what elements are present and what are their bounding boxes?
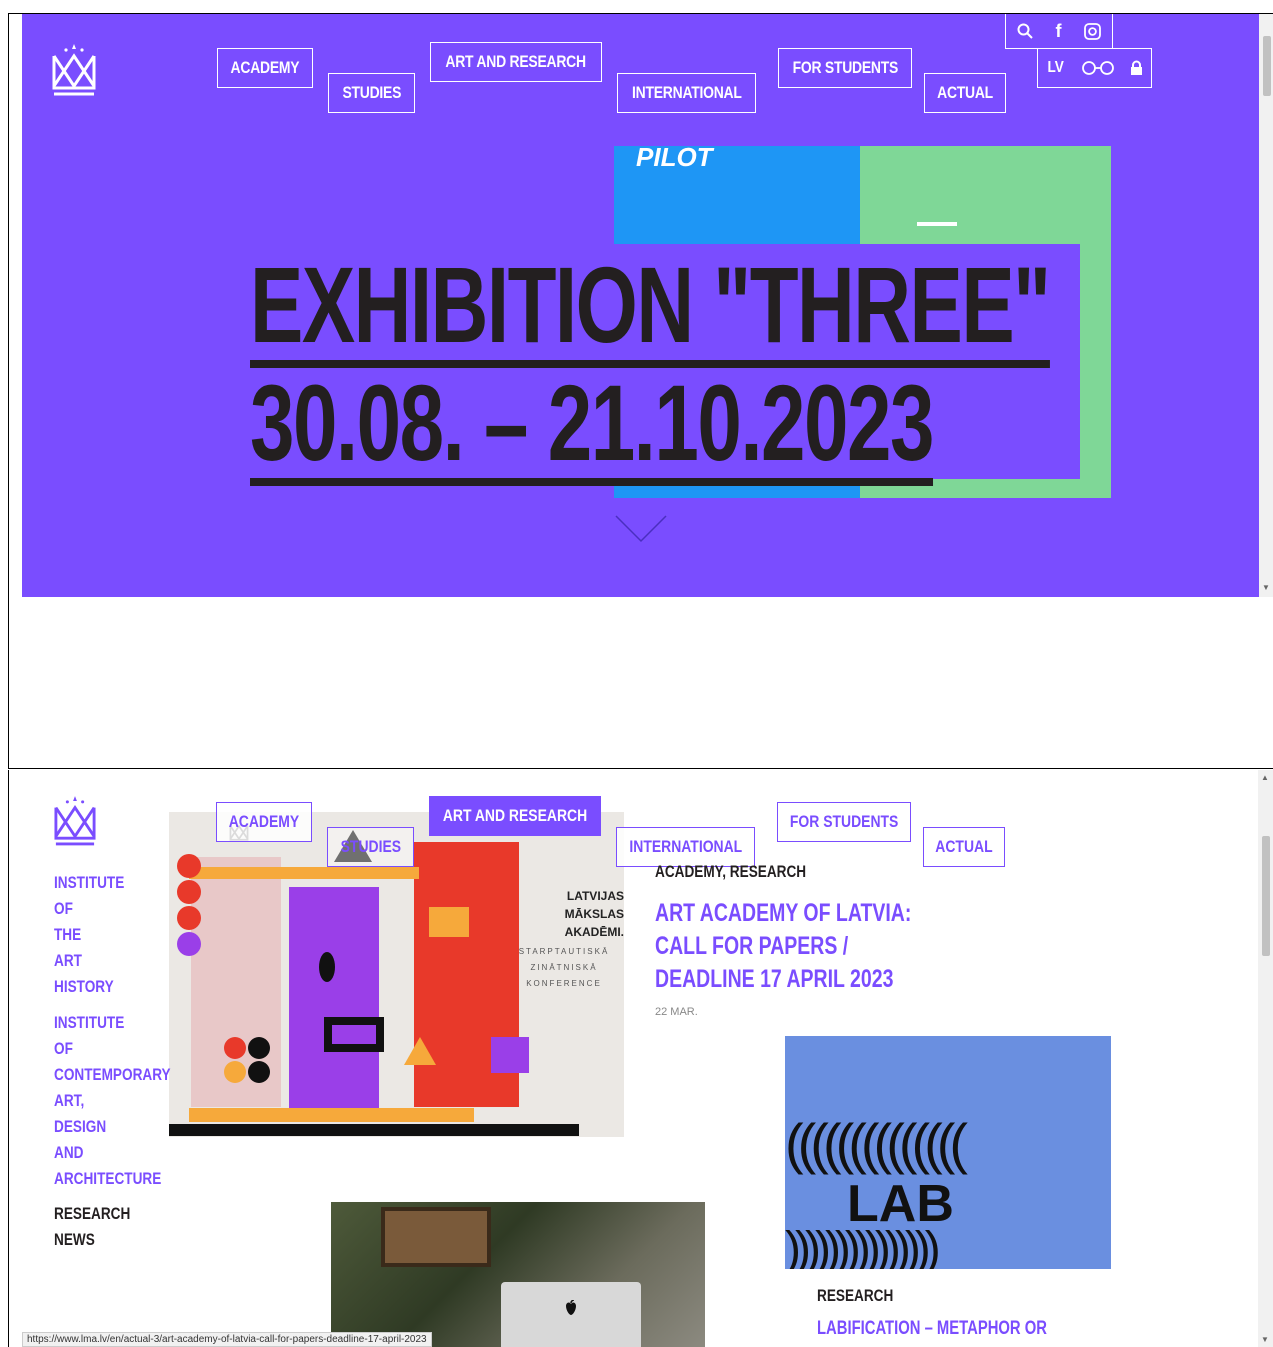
poster-dot-black-2	[248, 1037, 270, 1059]
instagram-icon[interactable]	[1083, 22, 1101, 40]
poster-triangle-orange	[404, 1037, 436, 1065]
poster-dot-red-3	[177, 906, 201, 930]
nav-studies[interactable]: STUDIES	[327, 827, 414, 867]
search-icon[interactable]	[1017, 23, 1033, 39]
lab-pattern-top: ((((((((((((((	[785, 1112, 968, 1175]
scroll-down-arrow-icon[interactable]: ▼	[1261, 1336, 1269, 1344]
nav-for-students[interactable]: FOR STUDENTS	[777, 802, 911, 842]
apple-logo-icon	[566, 1300, 576, 1315]
poster-orange-bar	[189, 867, 419, 879]
top-scrollbar-thumb[interactable]	[1263, 36, 1271, 96]
poster-dot-black-3	[224, 1061, 246, 1083]
hero-title-line1[interactable]: EXHIBITION "THREE"	[250, 250, 1259, 368]
article-category: RESEARCH	[817, 1286, 894, 1305]
poster-dot-red-2	[177, 880, 201, 904]
nav-art-and-research[interactable]: ART AND RESEARCH	[429, 796, 601, 836]
nav-academy[interactable]: ACADEMY	[216, 802, 312, 842]
nav-academy[interactable]: ACADEMY	[217, 48, 313, 88]
utility-social-box: f	[1005, 14, 1113, 49]
nav-international[interactable]: INTERNATIONAL	[616, 827, 755, 867]
article-title-link[interactable]: ART ACADEMY OF LATVIA: CALL FOR PAPERS /…	[655, 897, 984, 996]
poster-black-rect	[324, 1017, 384, 1052]
scroll-up-arrow-icon[interactable]: ▲	[1261, 774, 1269, 782]
poster-white-mark	[917, 222, 957, 226]
glasses-icon[interactable]	[1081, 61, 1115, 75]
article-title-link[interactable]: LABIFICATION – METAPHOR OR	[817, 1316, 1112, 1342]
chevron-down-icon[interactable]	[614, 514, 668, 544]
poster-dot-red-1	[177, 854, 201, 878]
poster-subline: ZINĀTNISKĀ	[530, 963, 598, 972]
poster-subtext-block: STARPTAUTISKĀ ZINĀTNISKĀ KONFERENCE	[514, 944, 614, 992]
top-screenshot-panel: PILOT EXHIBITION "THREE" 30.08. – 21.10.…	[8, 13, 1273, 769]
poster-pilot-text: PILOT	[636, 142, 713, 172]
nav-for-students[interactable]: FOR STUDENTS	[778, 48, 912, 88]
lock-icon[interactable]	[1130, 60, 1143, 76]
nav-actual[interactable]: ACTUAL	[924, 73, 1006, 113]
article-date: 22 MAR.	[655, 1006, 698, 1018]
poster-text-block: LATVIJAS MĀKSLAS AKADĒMI.	[549, 887, 624, 941]
poster-dot-purple	[177, 932, 201, 956]
top-scrollbar[interactable]: ▼	[1259, 14, 1273, 597]
sidebar-link-art-history[interactable]: INSTITUTE OF THE ART HISTORY	[54, 870, 142, 1000]
bottom-scrollbar[interactable]: ▲ ▼	[1258, 770, 1273, 1347]
lab-pattern-bottom: )))))))))))))))	[785, 1223, 941, 1270]
bottom-scrollbar-thumb[interactable]	[1262, 836, 1270, 956]
facebook-icon[interactable]: f	[1055, 21, 1061, 42]
poster-orange-block	[429, 907, 469, 937]
bottom-screenshot-panel: LATVIJAS MĀKSLAS AKADĒMI. STARPTAUTISKĀ …	[8, 770, 1273, 1347]
lab-image[interactable]: (((((((((((((( LAB )))))))))))))))	[785, 1036, 1111, 1269]
article-category: ACADEMY, RESEARCH	[655, 862, 807, 881]
poster-line: MĀKSLAS	[564, 907, 624, 921]
poster-dot-black-1	[224, 1037, 246, 1059]
poster-purple-block	[491, 1037, 529, 1073]
poster-purple	[289, 887, 379, 1112]
hero-section: PILOT EXHIBITION "THREE" 30.08. – 21.10.…	[22, 14, 1259, 597]
hero-title-line2[interactable]: 30.08. – 21.10.2023	[250, 368, 1173, 486]
scroll-down-arrow-icon[interactable]: ▼	[1262, 584, 1270, 592]
sidebar-research-news[interactable]: RESEARCH NEWS	[54, 1201, 149, 1253]
academy-logo[interactable]	[52, 42, 96, 98]
academy-logo[interactable]	[54, 794, 96, 848]
nav-studies[interactable]: STUDIES	[328, 73, 415, 113]
nav-international[interactable]: INTERNATIONAL	[617, 73, 756, 113]
language-switch[interactable]: LV	[1047, 59, 1063, 77]
poster-subline: STARPTAUTISKĀ	[518, 947, 610, 956]
utility-settings-box: LV	[1037, 48, 1152, 88]
link-status-bar: https://www.lma.lv/en/actual-3/art-acade…	[22, 1332, 432, 1347]
poster-line: AKADĒMI.	[564, 925, 624, 939]
poster-orange-bar-bottom	[189, 1108, 474, 1122]
nav-actual[interactable]: ACTUAL	[923, 827, 1005, 867]
poster-dot-black-4	[248, 1061, 270, 1083]
poster-subline: KONFERENCE	[526, 979, 602, 988]
workspace-photo-image[interactable]	[331, 1202, 705, 1347]
poster-line: LATVIJAS	[566, 889, 624, 903]
poster-black-oval	[319, 952, 335, 982]
photo-frame	[381, 1207, 491, 1267]
nav-art-and-research[interactable]: ART AND RESEARCH	[430, 42, 602, 82]
poster-black-band	[169, 1124, 579, 1136]
sidebar-link-contemporary-art[interactable]: INSTITUTE OF CONTEMPORARY ART, DESIGN AN…	[54, 1010, 200, 1192]
